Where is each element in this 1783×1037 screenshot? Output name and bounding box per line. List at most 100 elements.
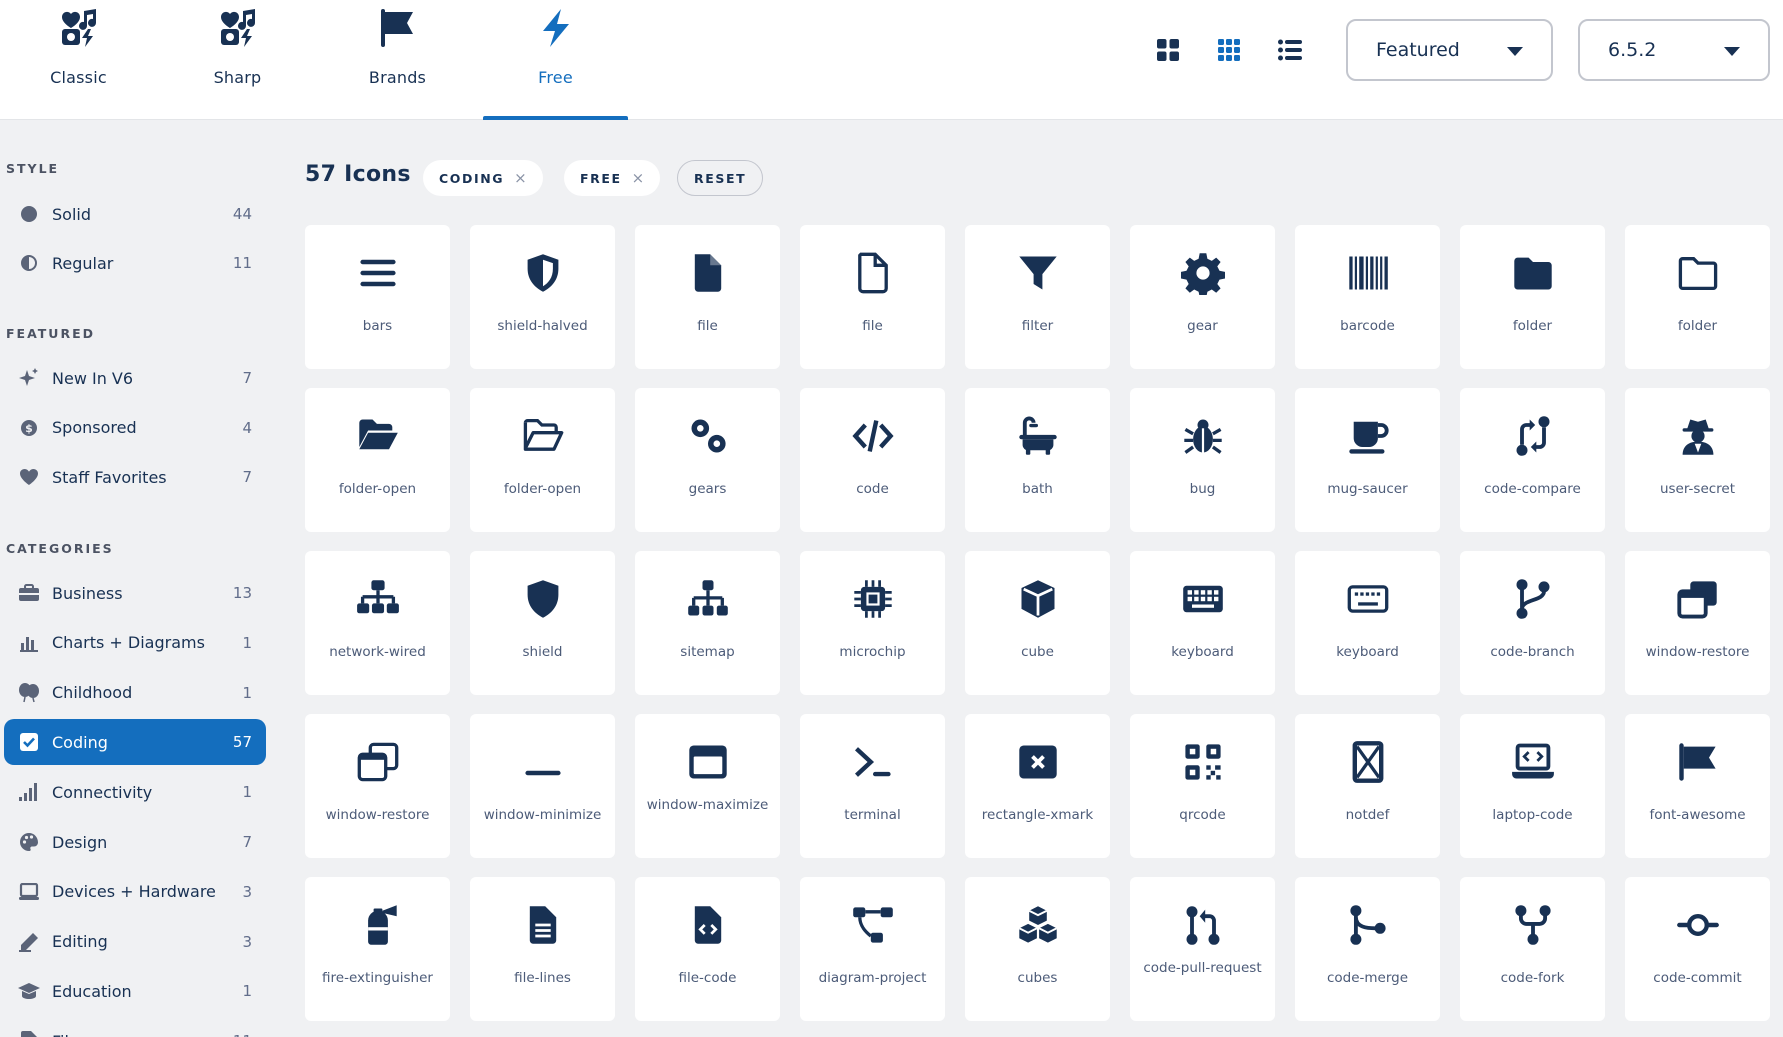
- icon-card-code-commit[interactable]: code-commit: [1625, 877, 1770, 1021]
- filter-sidebar: STYLE Solid 44 Regular 11 FEATURED New In V…: [0, 121, 270, 1037]
- icon-card-code-merge[interactable]: code-merge: [1295, 877, 1440, 1021]
- sidebar-item-label: Business: [52, 583, 123, 603]
- close-icon[interactable]: ×: [632, 169, 645, 187]
- code-icon: [800, 416, 945, 456]
- circle-half-icon: [18, 252, 40, 274]
- icon-card-window-maximize[interactable]: window-maximize: [635, 714, 780, 858]
- network-wired-icon: [305, 579, 450, 619]
- icon-card-code-fork[interactable]: code-fork: [1460, 877, 1605, 1021]
- icon-card-window-restore[interactable]: window-restore: [1625, 551, 1770, 695]
- icon-card-microchip[interactable]: microchip: [800, 551, 945, 695]
- filter-chip-free[interactable]: FREE ×: [564, 160, 661, 196]
- icon-card-bath[interactable]: bath: [965, 388, 1110, 532]
- icon-card-file[interactable]: file: [635, 225, 780, 369]
- sidebar-item-connectivity[interactable]: Connectivity 1: [4, 769, 266, 815]
- sidebar-item-sponsored[interactable]: $ Sponsored 4: [4, 405, 266, 451]
- icon-card-sitemap[interactable]: sitemap: [635, 551, 780, 695]
- sidebar-item-files[interactable]: Files 11: [4, 1018, 266, 1037]
- icon-card-folder[interactable]: folder: [1625, 225, 1770, 369]
- flag-icon: [376, 6, 420, 50]
- version-select[interactable]: 6.5.2: [1578, 19, 1770, 81]
- icon-card-shield[interactable]: shield: [470, 551, 615, 695]
- icon-card-file-lines[interactable]: file-lines: [470, 877, 615, 1021]
- icon-card-keyboard[interactable]: keyboard: [1295, 551, 1440, 695]
- tab-classic[interactable]: Classic: [6, 0, 151, 120]
- version-select-value: 6.5.2: [1608, 39, 1657, 61]
- icon-card-laptop-code[interactable]: laptop-code: [1460, 714, 1605, 858]
- icon-card-window-restore[interactable]: window-restore: [305, 714, 450, 858]
- icon-name: bars: [362, 318, 393, 334]
- sidebar-item-childhood[interactable]: Childhood 1: [4, 670, 266, 716]
- code-commit-icon: [1625, 905, 1770, 945]
- icon-name: shield-halved: [497, 318, 588, 334]
- circle-solid-icon: [18, 203, 40, 225]
- reset-button[interactable]: RESET: [677, 160, 764, 196]
- sort-select[interactable]: Featured: [1346, 19, 1553, 81]
- chevron-down-icon: [1724, 47, 1740, 56]
- sidebar-item-business[interactable]: Business 13: [4, 570, 266, 616]
- icon-card-folder-open[interactable]: folder-open: [305, 388, 450, 532]
- featured-heading: FEATURED: [6, 326, 95, 341]
- sidebar-item-label: Charts + Diagrams: [52, 633, 205, 653]
- sidebar-item-education[interactable]: Education 1: [4, 968, 266, 1014]
- sidebar-item-regular[interactable]: Regular 11: [4, 240, 266, 286]
- icon-card-code[interactable]: code: [800, 388, 945, 532]
- icon-card-shield-halved[interactable]: shield-halved: [470, 225, 615, 369]
- icon-card-font-awesome[interactable]: font-awesome: [1625, 714, 1770, 858]
- tab-brands[interactable]: Brands: [325, 0, 470, 120]
- icon-card-rectangle-xmark[interactable]: rectangle-xmark: [965, 714, 1110, 858]
- sidebar-item-staff-favorites[interactable]: Staff Favorites 7: [4, 454, 266, 500]
- icon-name: user-secret: [1659, 481, 1736, 497]
- icon-card-mug-saucer[interactable]: mug-saucer: [1295, 388, 1440, 532]
- shield-halved-icon: [470, 253, 615, 293]
- icon-name: folder: [1677, 318, 1718, 334]
- sidebar-item-charts-diagrams[interactable]: Charts + Diagrams 1: [4, 620, 266, 666]
- list-icon[interactable]: [1273, 33, 1307, 67]
- icon-card-cube[interactable]: cube: [965, 551, 1110, 695]
- icon-card-bug[interactable]: bug: [1130, 388, 1275, 532]
- diagram-project-icon: [800, 905, 945, 945]
- tab-sharp[interactable]: Sharp: [165, 0, 310, 120]
- icon-card-folder-open[interactable]: folder-open: [470, 388, 615, 532]
- sidebar-item-coding[interactable]: Coding 57: [4, 719, 266, 766]
- icon-card-keyboard[interactable]: keyboard: [1130, 551, 1275, 695]
- sidebar-item-design[interactable]: Design 7: [4, 819, 266, 865]
- icon-card-file[interactable]: file: [800, 225, 945, 369]
- sidebar-item-label: Editing: [52, 932, 108, 952]
- sidebar-item-label: Files: [52, 1032, 87, 1037]
- icon-name: keyboard: [1171, 644, 1234, 660]
- icon-card-terminal[interactable]: terminal: [800, 714, 945, 858]
- file-icon: [800, 252, 945, 294]
- sidebar-item-devices-hardware[interactable]: Devices + Hardware 3: [4, 869, 266, 915]
- small-grid-icon[interactable]: [1212, 33, 1246, 67]
- keyboard-icon: [1295, 579, 1440, 619]
- icon-card-file-code[interactable]: file-code: [635, 877, 780, 1021]
- icon-card-code-branch[interactable]: code-branch: [1460, 551, 1605, 695]
- icon-card-gear[interactable]: gear: [1130, 225, 1275, 369]
- sidebar-item-count: 44: [232, 205, 252, 223]
- close-icon[interactable]: ×: [514, 169, 527, 187]
- filter-chip-coding[interactable]: CODING ×: [423, 160, 543, 196]
- sidebar-item-new-in-v6[interactable]: New In V6 7: [4, 355, 266, 401]
- icon-card-window-minimize[interactable]: window-minimize: [470, 714, 615, 858]
- icon-card-gears[interactable]: gears: [635, 388, 780, 532]
- sidebar-item-count: 7: [242, 369, 252, 387]
- icon-card-network-wired[interactable]: network-wired: [305, 551, 450, 695]
- large-grid-icon[interactable]: [1151, 33, 1185, 67]
- sidebar-item-editing[interactable]: Editing 3: [4, 919, 266, 965]
- icon-card-barcode[interactable]: barcode: [1295, 225, 1440, 369]
- icon-card-folder[interactable]: folder: [1460, 225, 1605, 369]
- icon-card-user-secret[interactable]: user-secret: [1625, 388, 1770, 532]
- sidebar-item-solid[interactable]: Solid 44: [4, 191, 266, 237]
- icon-card-diagram-project[interactable]: diagram-project: [800, 877, 945, 1021]
- icon-card-code-compare[interactable]: code-compare: [1460, 388, 1605, 532]
- tab-free[interactable]: Free: [483, 0, 628, 120]
- icon-card-bars[interactable]: bars: [305, 225, 450, 369]
- icon-card-notdef[interactable]: notdef: [1295, 714, 1440, 858]
- icon-card-qrcode[interactable]: qrcode: [1130, 714, 1275, 858]
- icon-name: code-compare: [1484, 481, 1581, 497]
- icon-card-code-pull-request[interactable]: code-pull-request: [1130, 877, 1275, 1021]
- icon-card-filter[interactable]: filter: [965, 225, 1110, 369]
- icon-card-fire-extinguisher[interactable]: fire-extinguisher: [305, 877, 450, 1021]
- icon-card-cubes[interactable]: cubes: [965, 877, 1110, 1021]
